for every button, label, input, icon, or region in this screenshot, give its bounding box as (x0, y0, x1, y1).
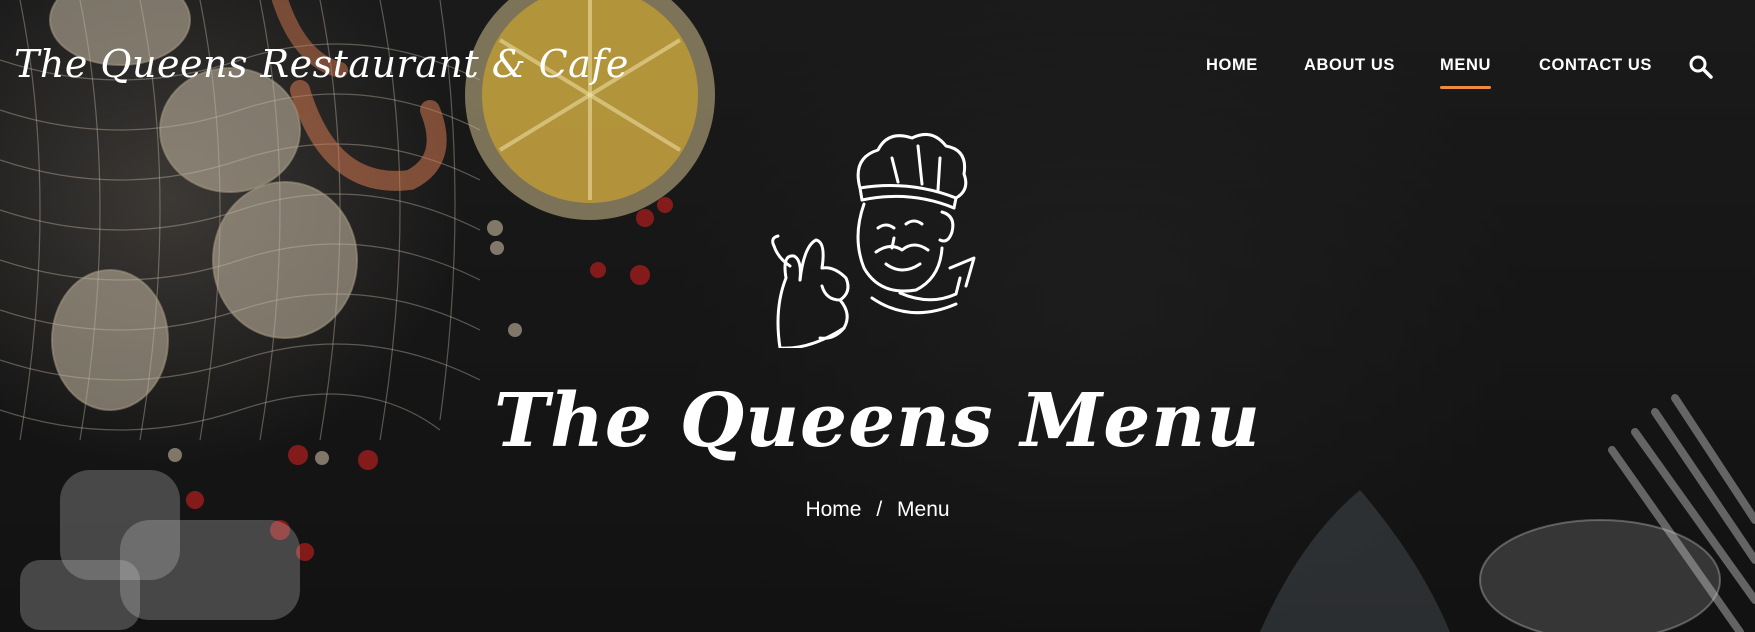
nav-item-about-us[interactable]: ABOUT US (1304, 56, 1395, 75)
breadcrumb-separator: / (876, 498, 883, 521)
search-icon[interactable] (1688, 54, 1714, 80)
nav-item-contact-us[interactable]: CONTACT US (1539, 56, 1652, 75)
breadcrumb-home-link[interactable]: Home (805, 498, 861, 521)
active-nav-indicator (1440, 86, 1491, 89)
page-banner: The Queens Restaurant & Cafe HOME ABOUT … (0, 0, 1755, 632)
page-title: The Queens Menu (494, 378, 1261, 464)
site-header: The Queens Restaurant & Cafe HOME ABOUT … (0, 0, 1755, 130)
chef-okay-gesture-icon (771, 132, 976, 348)
breadcrumb-current: Menu (897, 498, 950, 521)
nav-item-home[interactable]: HOME (1206, 56, 1258, 75)
nav-item-menu-label: MENU (1440, 56, 1491, 74)
nav-item-menu[interactable]: MENU (1440, 56, 1491, 89)
site-title[interactable]: The Queens Restaurant & Cafe (14, 42, 629, 86)
breadcrumb: Home / Menu (0, 498, 1755, 522)
